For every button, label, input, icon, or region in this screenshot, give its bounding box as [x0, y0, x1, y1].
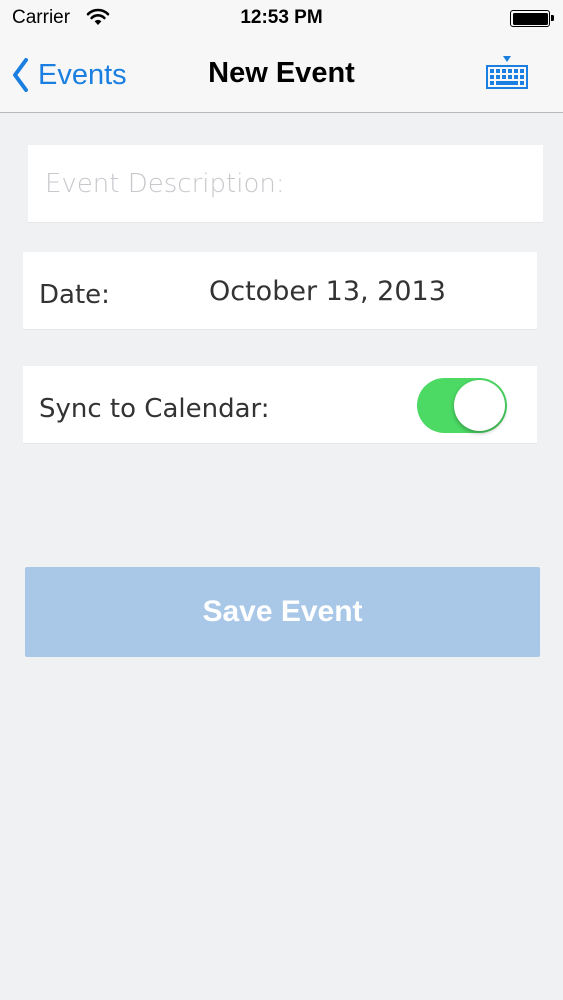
- date-value: October 13, 2013: [209, 276, 446, 307]
- sync-calendar-row: Sync to Calendar:: [23, 366, 537, 444]
- event-description-input[interactable]: [28, 145, 543, 222]
- sync-calendar-toggle[interactable]: [417, 378, 507, 433]
- navigation-bar: Events New Event: [0, 36, 563, 113]
- sync-calendar-label: Sync to Calendar:: [39, 394, 270, 424]
- event-description-card: [28, 145, 543, 223]
- date-label: Date:: [39, 280, 110, 310]
- keyboard-icon: [486, 56, 528, 89]
- save-event-button[interactable]: Save Event: [25, 567, 540, 657]
- date-row[interactable]: Date: October 13, 2013: [23, 252, 537, 330]
- back-button[interactable]: Events: [12, 56, 127, 94]
- status-bar: Carrier 12:53 PM: [0, 0, 563, 36]
- chevron-left-icon: [13, 58, 28, 92]
- toggle-knob: [454, 380, 505, 431]
- back-button-label: Events: [38, 58, 127, 91]
- status-time: 12:53 PM: [240, 7, 323, 28]
- keyboard-toggle-button[interactable]: [484, 54, 530, 92]
- battery-icon: [510, 10, 554, 27]
